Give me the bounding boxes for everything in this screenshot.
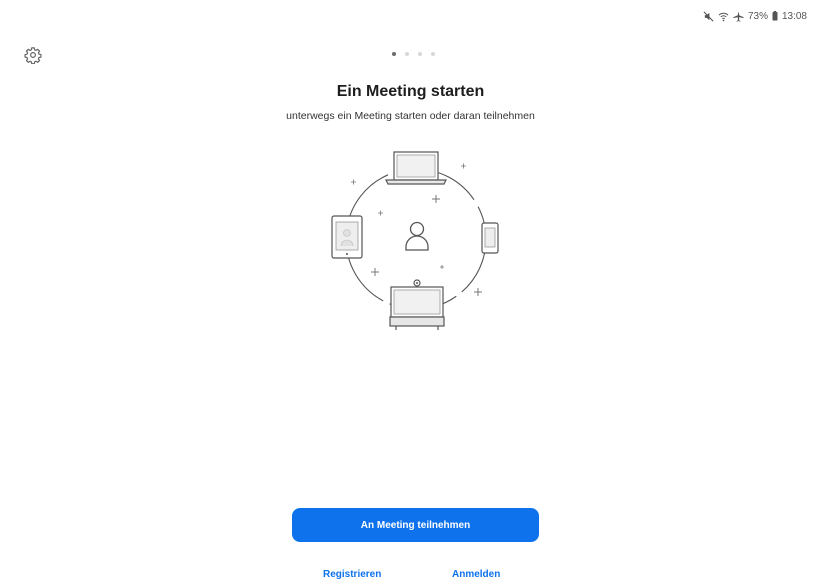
page-title: Ein Meeting starten — [336, 83, 485, 100]
conference-display-icon — [389, 279, 445, 330]
laptop-icon — [385, 151, 447, 185]
page-dot[interactable] — [392, 52, 396, 56]
settings-button[interactable] — [24, 46, 42, 65]
phone-icon — [481, 222, 499, 254]
register-link[interactable]: Registrieren — [323, 569, 381, 580]
status-bar: 73% 13:08 — [703, 9, 807, 23]
page-subtitle: unterwegs ein Meeting starten oder daran… — [286, 110, 535, 122]
status-time: 13:08 — [781, 10, 807, 22]
airplane-mode-icon — [733, 10, 744, 22]
sign-in-link[interactable]: Anmelden — [452, 569, 500, 580]
tablet-icon — [331, 215, 363, 259]
page-dot[interactable] — [418, 52, 422, 56]
user-icon — [405, 221, 429, 251]
meeting-devices-illustration — [331, 151, 499, 330]
page-dot[interactable] — [431, 52, 435, 56]
join-meeting-button[interactable]: An Meeting teilnehmen — [292, 508, 539, 542]
page-dot[interactable] — [405, 52, 409, 56]
wifi-icon — [718, 11, 729, 22]
mute-icon — [703, 11, 714, 22]
gear-icon — [24, 47, 42, 65]
page-indicator — [392, 52, 435, 56]
battery-percent: 73% — [747, 10, 768, 22]
battery-icon — [772, 11, 778, 21]
